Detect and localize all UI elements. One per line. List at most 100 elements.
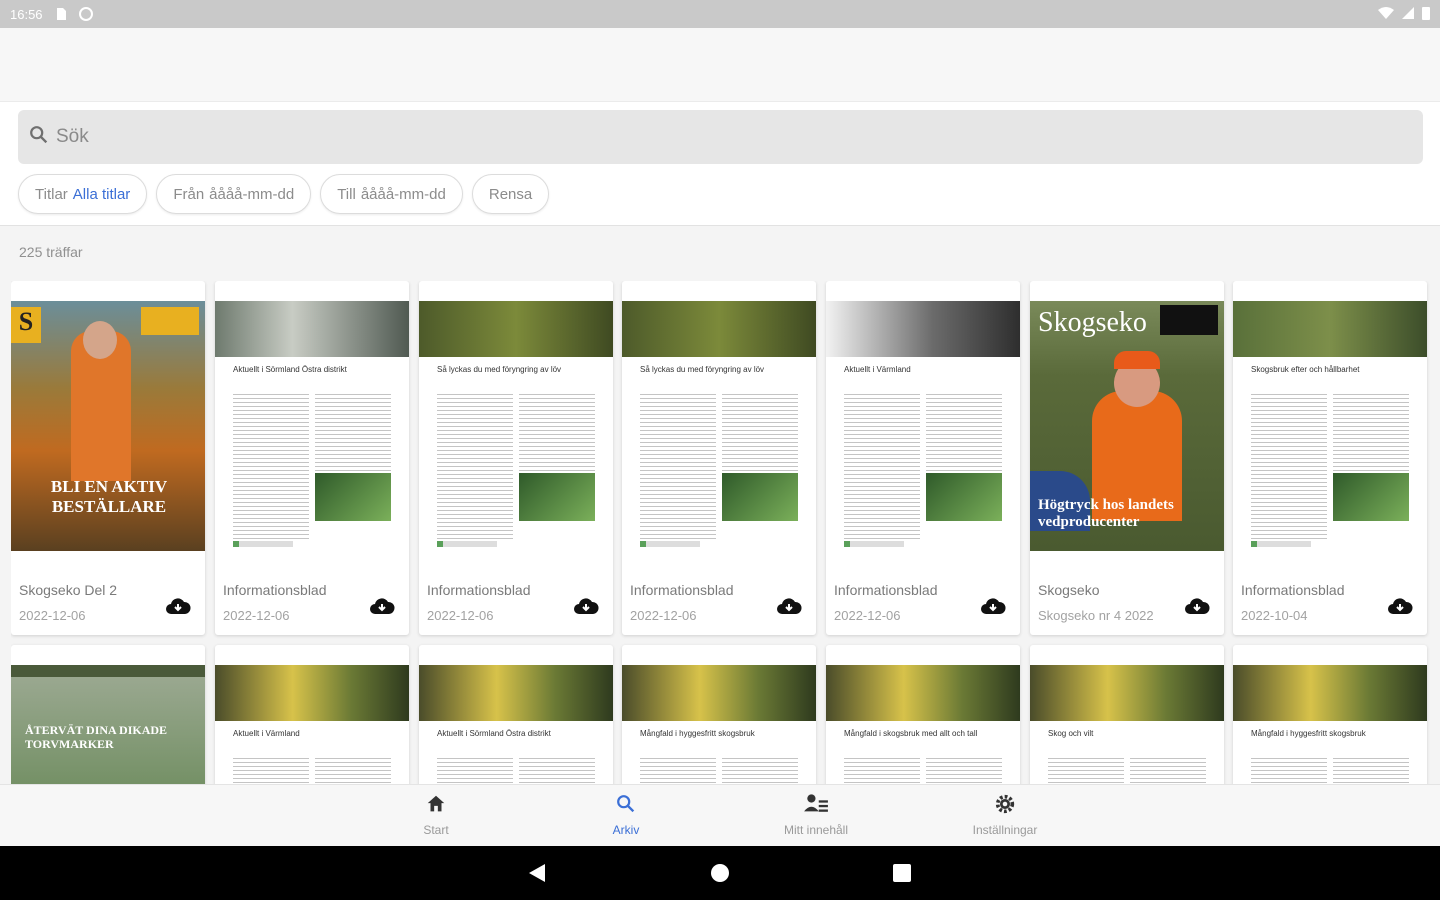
cover-thumbnail[interactable]: Skogseko Högtryck hos landets vedproducen… (1030, 301, 1224, 551)
magazine-cover: S BLI EN AKTIV BESTÄLLARE (11, 301, 205, 551)
issue-card[interactable]: ÅTERVÄT DINA DIKADE TORVMARKER (11, 645, 205, 784)
inset-photo (722, 473, 798, 521)
text-column (844, 391, 920, 541)
cloud-download-icon[interactable] (980, 596, 1006, 616)
text-column (722, 755, 798, 784)
text-column (1333, 391, 1409, 471)
clear-button[interactable]: Rensa (471, 174, 550, 214)
sd-card-icon (55, 7, 67, 21)
doc-heading: Aktuellt i Värmland (233, 729, 300, 738)
issue-card[interactable]: Mångfald i skogsbruk med allt och tall (826, 645, 1020, 784)
issue-card[interactable]: Så lyckas du med föryngring av löv Inform… (419, 281, 613, 635)
home-circle-icon[interactable] (710, 863, 730, 888)
filter-chips: Titlar Alla titlar Från åååå-mm-dd Till … (18, 174, 550, 214)
back-icon[interactable] (527, 862, 547, 889)
doc-heading: Mångfald i hyggesfritt skogsbruk (1251, 729, 1366, 738)
issue-card[interactable]: Aktuellt i Värmland (215, 645, 409, 784)
nav-archive[interactable]: Arkiv (600, 793, 652, 837)
issue-card[interactable]: Skogsbruk efter och hållbarhet Informatio… (1233, 281, 1427, 635)
nav-settings[interactable]: Inställningar (960, 793, 1050, 837)
chip-from-date[interactable]: Från åååå-mm-dd (156, 174, 312, 214)
text-column (640, 391, 716, 541)
status-time: 16:56 (10, 6, 43, 22)
issue-card[interactable]: Mångfald i hyggesfritt skogsbruk (622, 645, 816, 784)
doc-heading: Aktuellt i Värmland (844, 365, 911, 374)
cover-thumbnail[interactable]: Aktuellt i Sörmland Östra distrikt (419, 665, 613, 784)
text-column (1333, 755, 1409, 784)
issue-card[interactable]: Aktuellt i Sörmland Östra distrikt Inform… (215, 281, 409, 635)
issue-title: Informationsblad (834, 582, 938, 598)
search-panel: Sök Titlar Alla titlar Från åååå-mm-dd T… (0, 102, 1440, 226)
cover-thumbnail[interactable]: S BLI EN AKTIV BESTÄLLARE (11, 301, 205, 551)
cloud-download-icon[interactable] (165, 596, 191, 616)
issue-date: 2022-12-06 (427, 608, 494, 623)
issue-date: 2022-10-04 (1241, 608, 1308, 623)
search-input[interactable]: Sök (18, 110, 1423, 164)
issue-card[interactable]: Mångfald i hyggesfritt skogsbruk (1233, 645, 1427, 784)
cloud-download-icon[interactable] (1387, 596, 1413, 616)
cloud-download-icon[interactable] (1184, 596, 1210, 616)
issue-card[interactable]: S BLI EN AKTIV BESTÄLLARE Skogseko Del 2 20… (11, 281, 205, 635)
text-column (1251, 391, 1327, 541)
cover-headline: ÅTERVÄT DINA DIKADE TORVMARKER (25, 723, 168, 751)
issue-card[interactable]: Skog och vilt (1030, 645, 1224, 784)
person-list-icon (802, 793, 830, 818)
chip-label: Rensa (488, 185, 533, 203)
cover-photo (1233, 665, 1427, 721)
magazine-cover: ÅTERVÄT DINA DIKADE TORVMARKER (11, 665, 205, 784)
doc-heading: Skogsbruk efter och hållbarhet (1251, 365, 1360, 374)
signal-icon (1402, 6, 1414, 22)
text-column (233, 755, 309, 784)
cloud-download-icon[interactable] (369, 596, 395, 616)
cover-thumbnail[interactable]: Aktuellt i Värmland (826, 301, 1020, 551)
cover-thumbnail[interactable]: Mångfald i skogsbruk med allt och tall (826, 665, 1020, 784)
issue-title: Skogseko (1038, 582, 1100, 598)
search-icon (615, 793, 637, 818)
chip-titles[interactable]: Titlar Alla titlar (18, 174, 148, 214)
chip-to-date[interactable]: Till åååå-mm-dd (320, 174, 463, 214)
text-column (1251, 755, 1327, 784)
text-column (233, 391, 309, 541)
issue-card[interactable]: Aktuellt i Sörmland Östra distrikt (419, 645, 613, 784)
issue-title: Informationsblad (1241, 582, 1345, 598)
cover-thumbnail[interactable]: Så lyckas du med föryngring av löv (622, 301, 816, 551)
home-icon (425, 793, 447, 818)
text-column (519, 391, 595, 471)
battery-icon (1422, 6, 1430, 23)
nav-label: Inställningar (972, 823, 1038, 837)
cover-thumbnail[interactable]: Så lyckas du med föryngring av löv (419, 301, 613, 551)
issue-date: 2022-12-06 (834, 608, 901, 623)
gear-icon (994, 793, 1016, 818)
footer-logo (844, 541, 904, 547)
inset-photo (1333, 473, 1409, 521)
footer-logo (437, 541, 497, 547)
cover-headline: BLI EN AKTIV BESTÄLLARE (50, 477, 168, 516)
issue-card[interactable]: Aktuellt i Värmland Informationsblad 2022-… (826, 281, 1020, 635)
issue-card[interactable]: Skogseko Högtryck hos landets vedproducen… (1030, 281, 1224, 635)
system-nav-bar (0, 846, 1440, 900)
cover-thumbnail[interactable]: Mångfald i hyggesfritt skogsbruk (1233, 665, 1427, 784)
doc-heading: Aktuellt i Sörmland Östra distrikt (437, 729, 551, 738)
nav-label: Arkiv (612, 823, 640, 837)
magazine-cover: Skogseko Högtryck hos landets vedproducen… (1030, 301, 1224, 551)
cloud-download-icon[interactable] (776, 596, 802, 616)
doc-heading: Så lyckas du med föryngring av löv (640, 365, 765, 374)
cover-thumbnail[interactable]: Mångfald i hyggesfritt skogsbruk (622, 665, 816, 784)
text-column (722, 391, 798, 471)
chip-value: Alla titlar (72, 185, 131, 203)
cover-thumbnail[interactable]: Aktuellt i Värmland (215, 665, 409, 784)
nav-my-content[interactable]: Mitt innehåll (770, 793, 862, 837)
text-column (437, 391, 513, 541)
nav-label: Mitt innehåll (783, 823, 849, 837)
cover-thumbnail[interactable]: Skog och vilt (1030, 665, 1224, 784)
cover-thumbnail[interactable]: Aktuellt i Sörmland Östra distrikt (215, 301, 409, 551)
recents-icon[interactable] (893, 864, 911, 887)
nav-start[interactable]: Start (410, 793, 462, 837)
cover-thumbnail[interactable]: ÅTERVÄT DINA DIKADE TORVMARKER (11, 665, 205, 784)
cover-thumbnail[interactable]: Skogsbruk efter och hållbarhet (1233, 301, 1427, 551)
issue-title: Skogseko Del 2 (19, 582, 118, 598)
text-column (926, 391, 1002, 471)
cloud-download-icon[interactable] (573, 596, 599, 616)
inset-photo (926, 473, 1002, 521)
issue-card[interactable]: Så lyckas du med föryngring av löv Inform… (622, 281, 816, 635)
